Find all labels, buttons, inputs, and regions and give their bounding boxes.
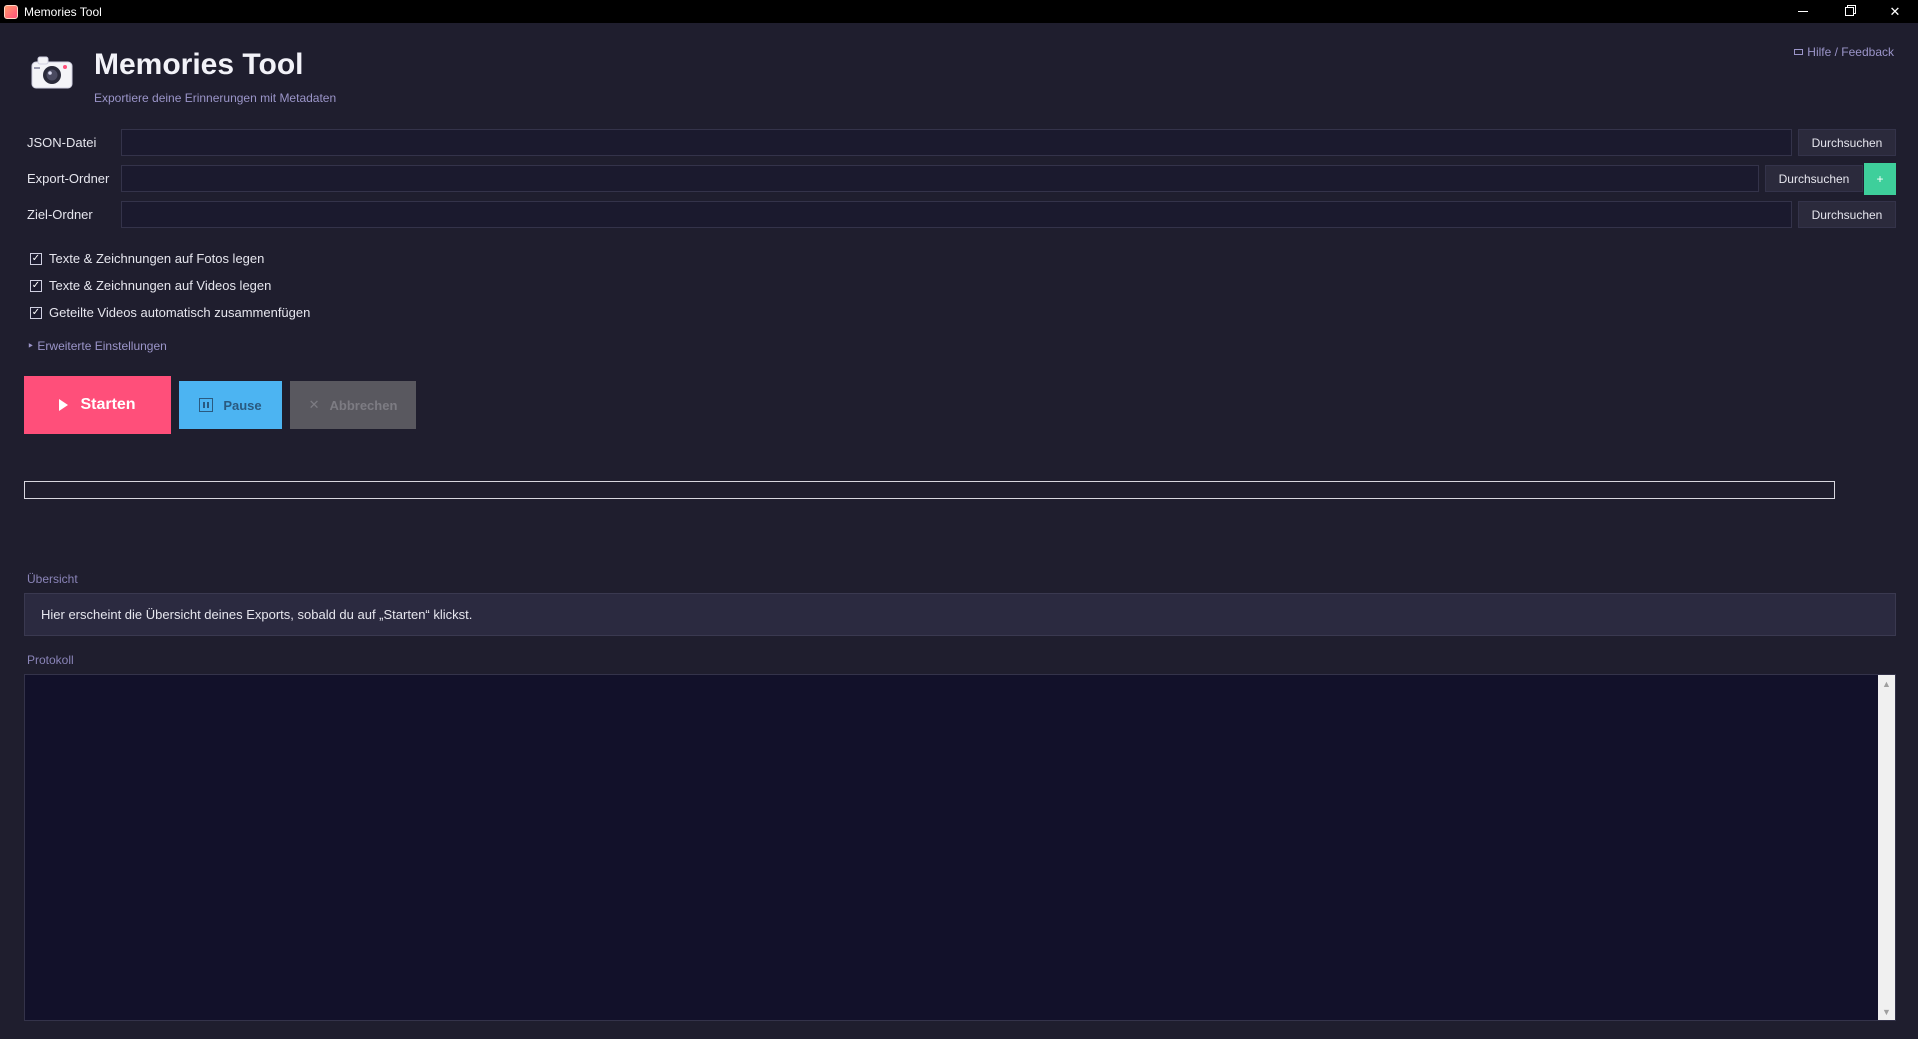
window-title: Memories Tool — [24, 4, 102, 19]
camera-icon — [30, 54, 74, 90]
help-feedback-link[interactable]: Hilfe / Feedback — [1794, 45, 1894, 59]
minimize-icon — [1798, 11, 1808, 12]
title-bar: Memories Tool ✕ — [0, 0, 1918, 23]
pause-label: Pause — [223, 397, 262, 413]
log-area[interactable]: ▲ ▼ — [24, 674, 1896, 1021]
play-icon — [59, 399, 69, 411]
video-overlay-checkbox[interactable]: ✓ — [30, 279, 42, 292]
window-controls: ✕ — [1780, 0, 1918, 23]
pause-button[interactable]: Pause — [179, 381, 282, 429]
json-file-label: JSON-Datei — [27, 135, 97, 150]
cancel-button[interactable]: ✕ Abbrechen — [290, 381, 416, 429]
summary-text: Hier erscheint die Übersicht deines Expo… — [41, 607, 473, 622]
scroll-down-icon[interactable]: ▼ — [1878, 1003, 1895, 1020]
json-file-input[interactable] — [121, 129, 1792, 156]
start-button[interactable]: Starten — [24, 376, 171, 434]
photo-overlay-label: Texte & Zeichnungen auf Fotos legen — [49, 251, 265, 266]
help-feedback-label: Hilfe / Feedback — [1807, 45, 1894, 59]
option-video-overlay[interactable]: ✓ Texte & Zeichnungen auf Videos legen — [30, 278, 271, 293]
summary-label: Übersicht — [27, 572, 78, 586]
merge-videos-checkbox[interactable]: ✓ — [30, 306, 42, 319]
app-subtitle: Exportiere deine Erinnerungen mit Metada… — [94, 91, 337, 105]
pause-icon — [199, 398, 214, 412]
minimize-button[interactable] — [1780, 0, 1826, 23]
target-folder-label: Ziel-Ordner — [27, 207, 93, 222]
cancel-icon: ✕ — [308, 397, 320, 412]
json-file-browse-button[interactable]: Durchsuchen — [1798, 129, 1896, 156]
target-folder-input[interactable] — [121, 201, 1792, 228]
advanced-settings-toggle[interactable]: ‣ Erweiterte Einstellungen — [27, 339, 167, 353]
export-folder-input[interactable] — [121, 165, 1759, 192]
app-title: Memories Tool — [94, 48, 304, 81]
summary-box: Hier erscheint die Übersicht deines Expo… — [24, 593, 1896, 636]
photo-overlay-checkbox[interactable]: ✓ — [30, 252, 42, 265]
app-icon — [4, 4, 18, 19]
log-scrollbar[interactable]: ▲ ▼ — [1878, 675, 1895, 1020]
close-button[interactable]: ✕ — [1872, 0, 1918, 23]
restore-icon — [1844, 7, 1854, 16]
video-overlay-label: Texte & Zeichnungen auf Videos legen — [49, 278, 272, 293]
target-folder-browse-button[interactable]: Durchsuchen — [1798, 201, 1896, 228]
scroll-up-icon[interactable]: ▲ — [1878, 675, 1895, 692]
export-folder-browse-button[interactable]: Durchsuchen — [1765, 165, 1863, 192]
log-label: Protokoll — [27, 653, 74, 667]
option-photo-overlay[interactable]: ✓ Texte & Zeichnungen auf Fotos legen — [30, 251, 264, 266]
progress-bar — [24, 481, 1835, 499]
option-merge-videos[interactable]: ✓ Geteilte Videos automatisch zusammenfü… — [30, 305, 310, 320]
add-export-folder-button[interactable]: + — [1864, 163, 1896, 195]
start-label: Starten — [80, 396, 136, 413]
merge-videos-label: Geteilte Videos automatisch zusammenfüge… — [49, 305, 311, 320]
maximize-button[interactable] — [1826, 0, 1872, 23]
export-folder-label: Export-Ordner — [27, 171, 110, 186]
mail-icon — [1794, 49, 1804, 55]
cancel-label: Abbrechen — [329, 397, 398, 413]
